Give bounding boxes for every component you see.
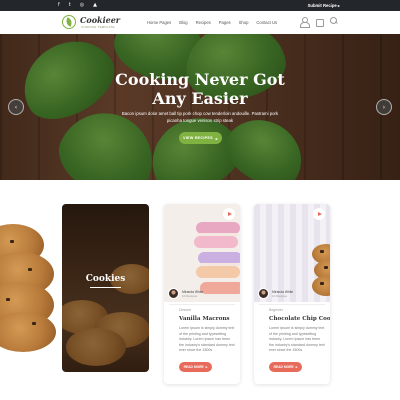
submit-recipe-link[interactable]: Submit Recipe ▸: [308, 0, 340, 11]
shopping-bag-icon[interactable]: [315, 17, 324, 27]
hero-slider: Cooking Never Got Any Easier Bacon ipsum…: [0, 34, 400, 180]
card-divider: [259, 304, 325, 305]
play-icon: [227, 212, 232, 216]
hero-title: Cooking Never Got Any Easier: [115, 70, 285, 108]
view-recipes-button[interactable]: VIEW RECIPES ▸: [179, 132, 222, 144]
main-nav: Home Pages Blog Recipes Pages Shop Conta…: [147, 11, 277, 34]
card-title[interactable]: Chocolate Chip Cookies: [269, 316, 330, 322]
header-icons: [300, 17, 338, 28]
avatar: [258, 288, 269, 299]
author-recipe-count: 10 Recipes: [182, 293, 198, 298]
slider-prev-button[interactable]: ‹: [8, 99, 24, 115]
read-more-button[interactable]: READ MORE ▸: [179, 362, 212, 372]
read-more-button[interactable]: READ MORE ▸: [269, 362, 302, 372]
author-recipe-count: 10 Recipes: [272, 293, 288, 298]
facebook-icon[interactable]: f: [58, 0, 60, 11]
read-more-label: READ MORE: [183, 365, 204, 369]
card-title[interactable]: Vanilla Macrons: [179, 316, 239, 322]
feature-divider: [90, 287, 121, 288]
social-links: f t ◎ ▲: [58, 0, 97, 11]
recipe-card[interactable]: Miranda White 10 Recipes Beginner Chocol…: [254, 204, 330, 384]
page: f t ◎ ▲ Submit Recipe ▸ Cookieer COOKING…: [0, 0, 400, 400]
feature-title: Cookies: [85, 274, 126, 284]
arrow-right-icon: ▸: [215, 135, 219, 141]
nav-item-recipes[interactable]: Recipes: [196, 20, 211, 25]
leaf-icon: [64, 17, 74, 27]
hero-subtitle: Bacon ipsum dolor amet ball tip pork cho…: [121, 111, 279, 123]
brand-tagline: COOKING TEMPLATE: [81, 25, 115, 29]
card-divider: [169, 304, 235, 305]
brand-name[interactable]: Cookieer: [80, 15, 120, 25]
author[interactable]: Miranda White 10 Recipes: [168, 286, 208, 301]
recipe-card[interactable]: Miranda White 10 Recipes Dessert Vanilla…: [164, 204, 240, 384]
card-description: Lorem Ipsum is simply dummy text of the …: [269, 326, 325, 352]
play-icon: [317, 212, 322, 216]
youtube-icon[interactable]: ▲: [93, 0, 97, 11]
search-icon[interactable]: [330, 17, 338, 26]
user-icon[interactable]: [300, 17, 310, 28]
read-more-label: READ MORE: [273, 365, 294, 369]
card-category: Beginner: [269, 308, 284, 312]
site-header: Cookieer COOKING TEMPLATE Home Pages Blo…: [0, 11, 400, 34]
arrow-right-icon: ▸: [295, 365, 298, 369]
card-category: Dessert: [179, 308, 192, 312]
nav-item-blog[interactable]: Blog: [179, 20, 187, 25]
nav-item-contact-us[interactable]: Contact Us: [256, 20, 277, 25]
nav-item-shop[interactable]: Shop: [239, 20, 249, 25]
top-bar: f t ◎ ▲ Submit Recipe ▸: [0, 0, 400, 11]
feature-overlay: [62, 204, 149, 372]
instagram-icon[interactable]: ◎: [80, 0, 84, 11]
twitter-icon[interactable]: t: [69, 0, 71, 11]
avatar: [168, 288, 179, 299]
nav-item-pages[interactable]: Pages: [219, 20, 231, 25]
arrow-right-icon: ▸: [205, 365, 208, 369]
cookies-category-card[interactable]: Cookies: [62, 204, 149, 372]
card-description: Lorem Ipsum is simply dummy text of the …: [179, 326, 235, 352]
nav-item-home-pages[interactable]: Home Pages: [147, 20, 171, 25]
slider-next-button[interactable]: ›: [376, 99, 392, 115]
play-button[interactable]: [223, 208, 235, 220]
author[interactable]: Miranda White 10 Recipes: [258, 286, 298, 301]
play-button[interactable]: [313, 208, 325, 220]
logo-icon[interactable]: [62, 15, 76, 29]
view-recipes-label: VIEW RECIPES: [182, 136, 213, 140]
